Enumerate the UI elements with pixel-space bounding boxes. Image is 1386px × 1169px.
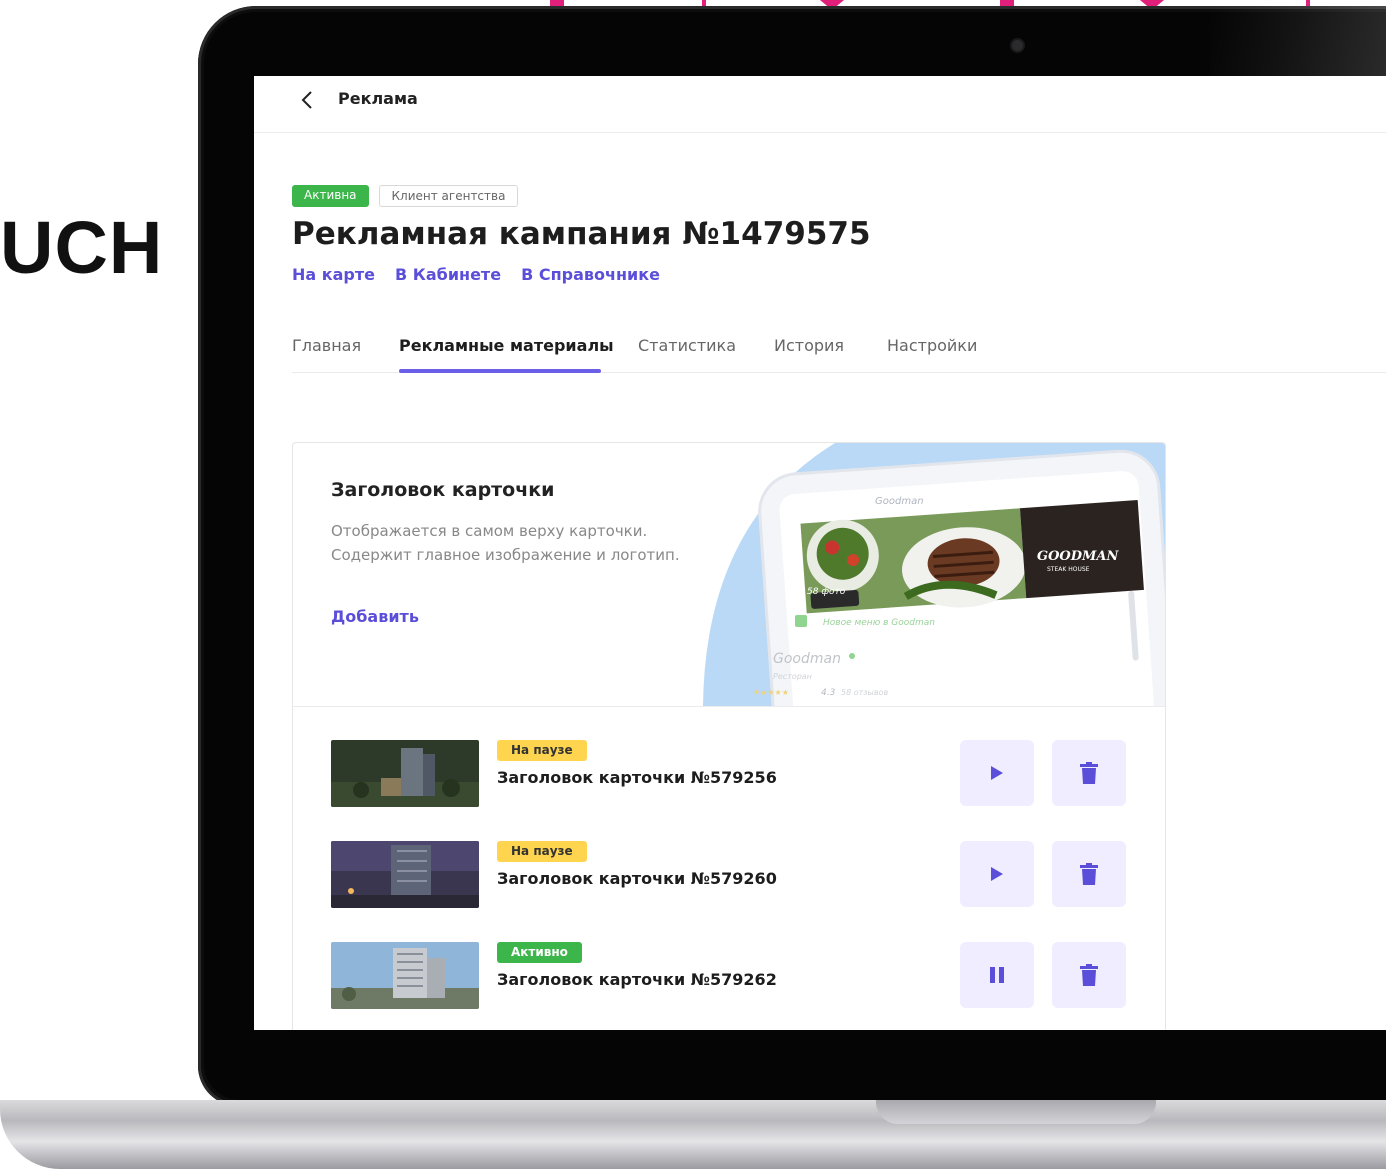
delete-button[interactable] bbox=[1052, 740, 1126, 806]
preview-logo-subtext: STEAK HOUSE bbox=[1047, 566, 1090, 573]
tab-ad-materials[interactable]: Рекламные материалы bbox=[399, 336, 614, 355]
play-icon bbox=[991, 766, 1003, 780]
card-header-section: Заголовок карточки Отображается в самом … bbox=[293, 443, 1165, 707]
screen-reflection bbox=[1210, 6, 1386, 76]
phone-preview-illustration: Goodman 58 фото GOODMAN STEAK HOUSE Ново… bbox=[695, 443, 1165, 706]
add-button[interactable]: Добавить bbox=[331, 607, 419, 626]
item-title: Заголовок карточки №579260 bbox=[497, 869, 777, 888]
tab-settings[interactable]: Настройки bbox=[887, 336, 977, 355]
delete-button[interactable] bbox=[1052, 841, 1126, 907]
preview-news-text: Новое меню в Goodman bbox=[823, 618, 935, 628]
preview-place-type: Ресторан bbox=[773, 672, 812, 681]
tab-bar: Главная Рекламные материалы Статистика И… bbox=[292, 336, 1386, 373]
preview-logo-text: GOODMAN bbox=[1037, 549, 1120, 564]
item-title: Заголовок карточки №579256 bbox=[497, 768, 777, 787]
section-description: Отображается в самом верху карточки. Сод… bbox=[331, 522, 680, 564]
thumbnail-image bbox=[331, 841, 479, 908]
link-on-map[interactable]: На карте bbox=[292, 265, 375, 284]
screen: Реклама Активна Клиент агентства Рекламн… bbox=[254, 76, 1386, 1030]
pause-button[interactable] bbox=[960, 942, 1034, 1008]
background-heading: UCH bbox=[0, 206, 164, 289]
svg-text:★★★★★: ★★★★★ bbox=[753, 688, 789, 697]
thumbnail-image bbox=[331, 740, 479, 807]
delete-button[interactable] bbox=[1052, 942, 1126, 1008]
tab-main[interactable]: Главная bbox=[292, 336, 361, 355]
status-badge: Активна bbox=[292, 185, 369, 207]
link-in-directory[interactable]: В Справочнике bbox=[521, 265, 660, 284]
laptop-base bbox=[0, 1100, 1386, 1169]
page-title: Рекламная кампания №1479575 bbox=[292, 216, 871, 252]
tab-statistics[interactable]: Статистика bbox=[638, 336, 736, 355]
active-tab-indicator bbox=[399, 369, 601, 373]
preview-place-name: Goodman bbox=[773, 651, 841, 667]
preview-reviews: 58 отзывов bbox=[841, 688, 888, 697]
tab-history[interactable]: История bbox=[774, 336, 844, 355]
chevron-left-icon[interactable] bbox=[296, 88, 320, 112]
campaign-badges: Активна Клиент агентства bbox=[292, 185, 519, 207]
campaign-links: На карте В Кабинете В Справочнике bbox=[292, 265, 660, 284]
trash-icon bbox=[1080, 863, 1098, 885]
pause-icon bbox=[990, 967, 1004, 983]
preview-photo-count: 58 фото bbox=[807, 587, 846, 597]
item-title: Заголовок карточки №579262 bbox=[497, 970, 777, 989]
thumbnail-image bbox=[331, 942, 479, 1009]
status-badge: Активно bbox=[497, 942, 582, 963]
list-item: На паузе Заголовок карточки №579260 bbox=[293, 841, 1165, 911]
camera bbox=[1012, 40, 1023, 51]
play-button[interactable] bbox=[960, 740, 1034, 806]
materials-card: Заголовок карточки Отображается в самом … bbox=[292, 442, 1166, 1030]
preview-rating: 4.3 bbox=[821, 688, 836, 698]
play-icon bbox=[991, 867, 1003, 881]
list-item: На паузе Заголовок карточки №579256 bbox=[293, 740, 1165, 810]
page-section-title: Реклама bbox=[338, 89, 418, 108]
status-badge: На паузе bbox=[497, 740, 587, 761]
play-button[interactable] bbox=[960, 841, 1034, 907]
link-in-cabinet[interactable]: В Кабинете bbox=[395, 265, 501, 284]
trash-icon bbox=[1080, 964, 1098, 986]
status-badge: На паузе bbox=[497, 841, 587, 862]
section-title: Заголовок карточки bbox=[331, 479, 555, 501]
laptop-notch bbox=[876, 1100, 1156, 1124]
trash-icon bbox=[1080, 762, 1098, 784]
list-item: Активно Заголовок карточки №579262 bbox=[293, 942, 1165, 1012]
client-badge: Клиент агентства bbox=[378, 185, 519, 207]
top-bar: Реклама bbox=[254, 76, 1386, 133]
preview-search-text: Goodman bbox=[875, 496, 924, 507]
